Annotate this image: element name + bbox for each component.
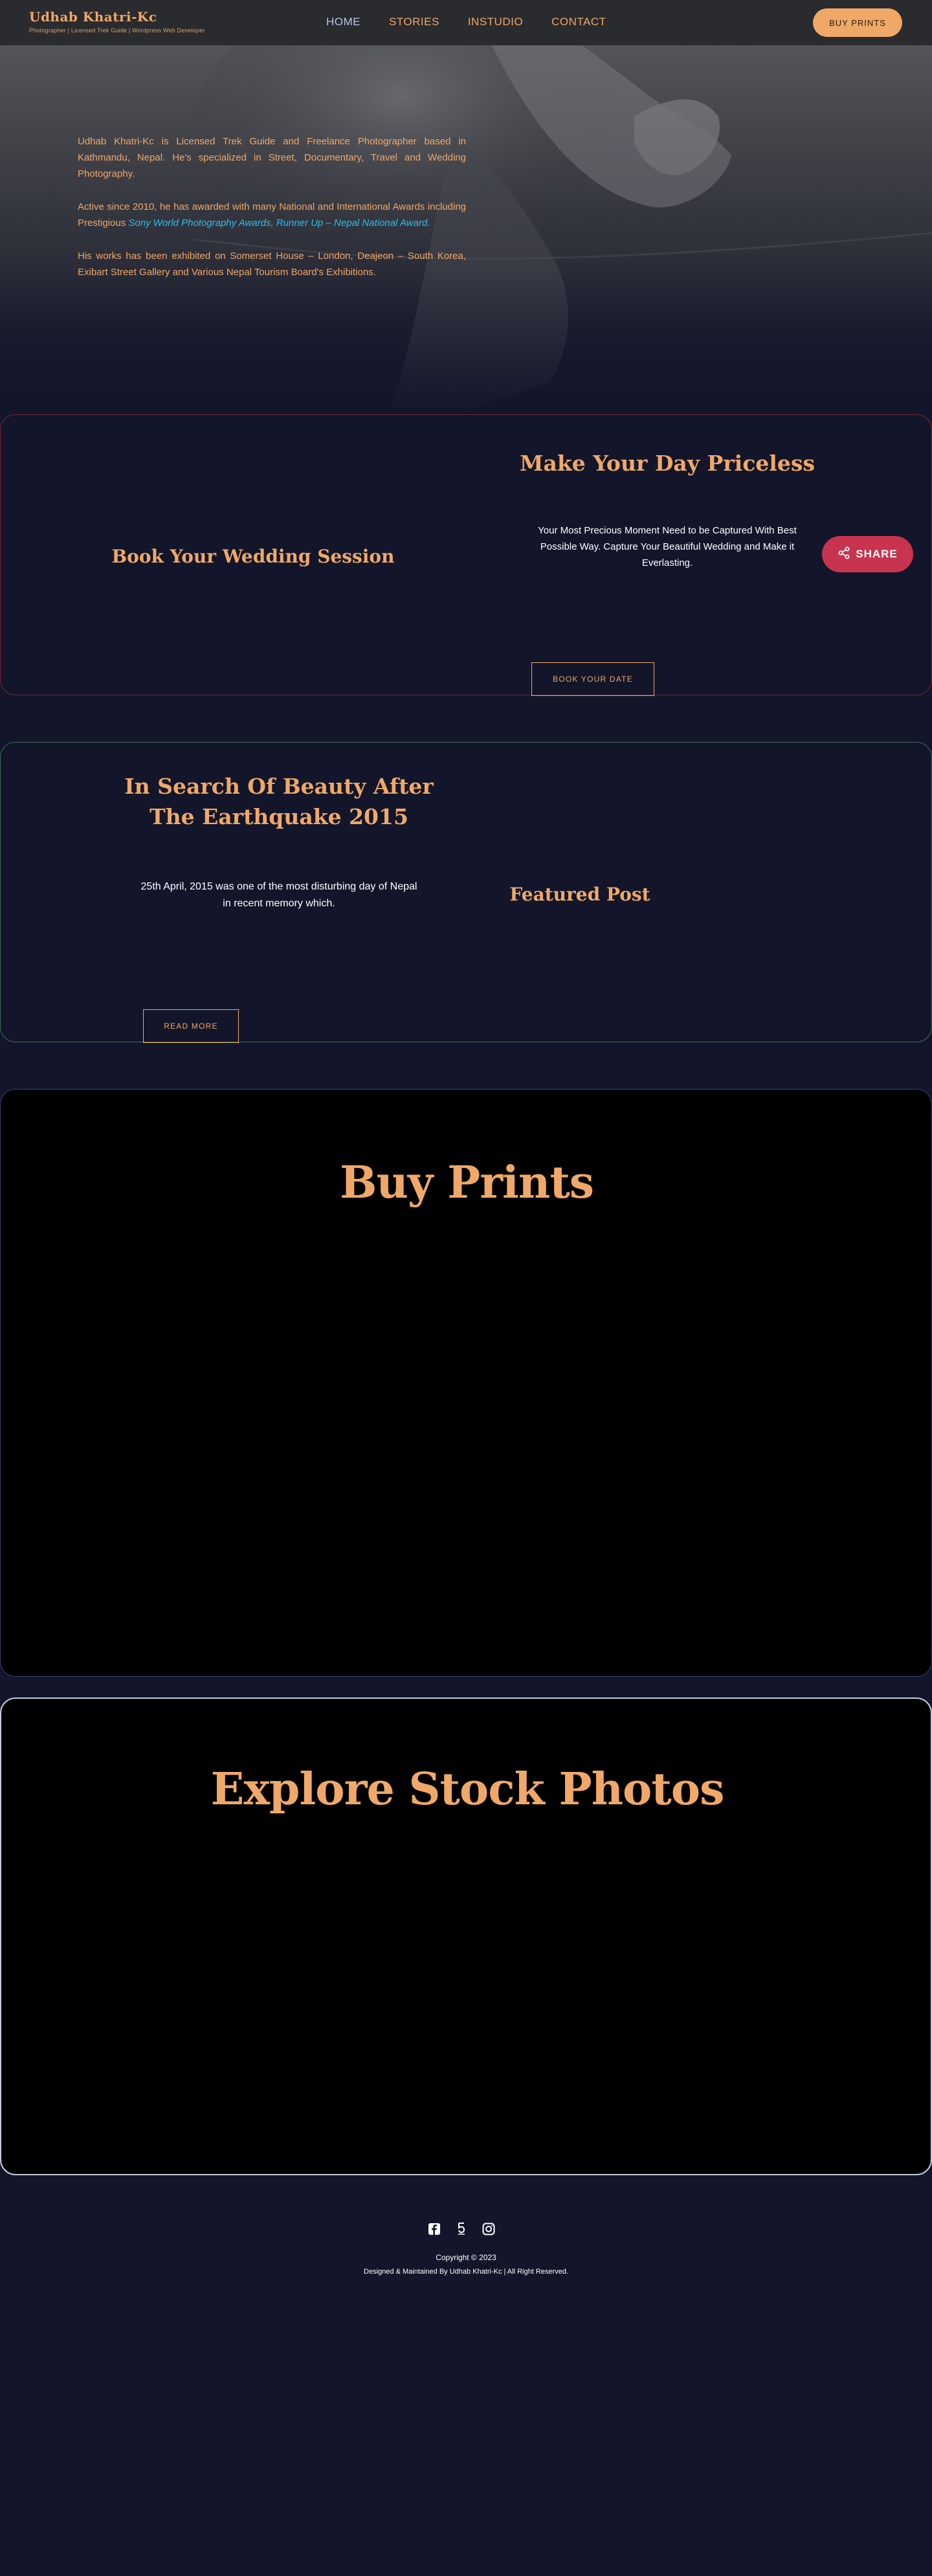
brand-name[interactable]: Udhab Khatri-Kc (29, 9, 205, 25)
credit-text: Designed & Maintained By Udhab Khatri-Kc… (364, 2268, 568, 2276)
menu-item-home[interactable]: HOME (326, 16, 361, 28)
read-more-button[interactable]: READ MORE (143, 1009, 239, 1043)
earthquake-post-excerpt: 25th April, 2015 was one of the most dis… (140, 881, 417, 909)
social-links (427, 2222, 496, 2236)
buy-prints-title: Buy Prints (339, 1157, 594, 1209)
bio-paragraph-awards: Active since 2010, he has awarded with m… (78, 199, 466, 231)
brand[interactable]: Udhab Khatri-Kc Photographer | Licensed … (29, 9, 205, 34)
stock-photos-title: Explore Stock Photos (210, 1764, 725, 1815)
fivehundredpx-icon[interactable] (454, 2222, 469, 2236)
menu-item-contact[interactable]: CONTACT (551, 16, 606, 28)
wedding-session-title: Book Your Wedding Session (111, 546, 395, 567)
wedding-section: Book Your Wedding Session Make Your Day … (0, 414, 932, 696)
top-nav: Udhab Khatri-Kc Photographer | Licensed … (0, 0, 932, 45)
main-menu: HOME STORIES INSTUDIO CONTACT (326, 16, 606, 28)
hero: Udhab Khatri-Kc is Licensed Trek Guide a… (0, 45, 932, 414)
instagram-icon[interactable] (482, 2222, 496, 2236)
wedding-promo-title: Make Your Day Priceless (519, 451, 815, 476)
menu-item-instudio[interactable]: INSTUDIO (468, 16, 523, 28)
wedding-description: Your Most Precious Moment Need to be Cap… (538, 525, 797, 568)
share-label: SHARE (856, 548, 898, 560)
earthquake-post-title[interactable]: In Search Of Beauty After The Earthquake… (111, 771, 447, 832)
book-date-button[interactable]: BOOK YOUR DATE (531, 662, 654, 696)
featured-post-label: Featured Post (509, 884, 650, 905)
awards-link[interactable]: Sony World Photography Awards, Runner Up… (128, 218, 430, 229)
share-button[interactable]: SHARE (822, 536, 913, 572)
brand-tagline: Photographer | Licensed Trek Guide | Wor… (29, 27, 205, 34)
buy-prints-section: Buy Prints (0, 1089, 932, 1677)
copyright-text: Copyright © 2023 (436, 2253, 496, 2262)
menu-item-stories[interactable]: STORIES (389, 16, 439, 28)
share-icon (838, 546, 850, 563)
facebook-icon[interactable] (427, 2222, 441, 2236)
bio-paragraph-exhibitions: His works has been exhibited on Somerset… (78, 251, 466, 278)
bio-paragraph: Udhab Khatri-Kc is Licensed Trek Guide a… (78, 136, 466, 179)
stock-photos-section: Explore Stock Photos (0, 1697, 932, 2175)
featured-post-section: In Search Of Beauty After The Earthquake… (0, 742, 932, 1043)
hero-bio: Udhab Khatri-Kc is Licensed Trek Guide a… (78, 133, 466, 297)
buy-prints-button[interactable]: BUY PRINTS (813, 8, 902, 37)
